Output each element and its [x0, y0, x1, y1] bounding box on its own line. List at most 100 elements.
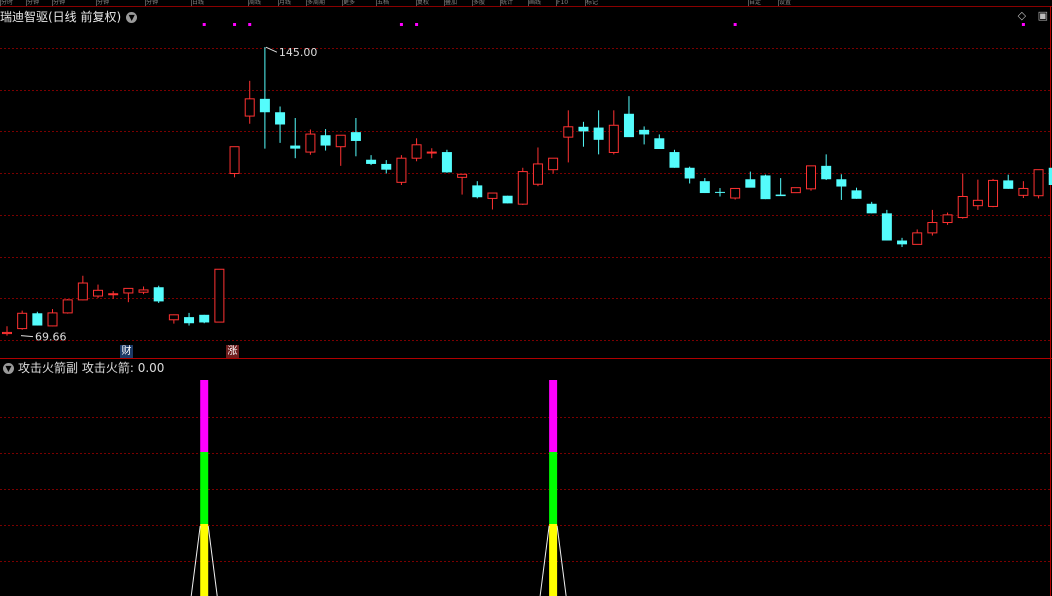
toolbar-tab[interactable]: 复权: [416, 0, 445, 6]
candle-body: [836, 179, 847, 187]
candle-body: [426, 151, 437, 154]
toolbar-tab[interactable]: 画线: [528, 0, 557, 6]
candle-body: [639, 129, 650, 135]
high-marker: [265, 46, 278, 53]
indicator-value: 0.00: [137, 361, 165, 375]
signal-dot: [1021, 23, 1025, 26]
indicator-title: 攻击火箭副: [18, 361, 79, 375]
chevron-down-icon[interactable]: ▼: [3, 363, 14, 374]
signal-dot: [399, 23, 403, 26]
candle-body: [851, 190, 862, 199]
candle-body: [275, 112, 286, 125]
candle-body: [290, 145, 301, 149]
candle-body: [335, 134, 346, 148]
low-price-label: 69.66: [35, 331, 67, 344]
candle-body: [214, 268, 225, 323]
signal-dot: [248, 23, 252, 26]
low-marker: [20, 335, 34, 338]
candle-body: [730, 187, 741, 199]
candle-body: [988, 179, 999, 207]
candle-body: [563, 126, 574, 138]
candle-body: [396, 157, 407, 183]
candle-body: [472, 185, 483, 198]
toolbar-tab[interactable]: 五档: [376, 0, 405, 6]
candle-body: [244, 98, 255, 117]
candle-body: [199, 314, 210, 323]
rocket-segment-magenta: [549, 380, 558, 452]
candle-body: [411, 144, 422, 159]
toolbar-tab[interactable]: 标记: [585, 0, 614, 6]
signal-dot: [202, 23, 206, 26]
candle-body: [866, 203, 877, 214]
toolbar-tab[interactable]: 设置: [778, 0, 807, 6]
candle-body: [487, 192, 498, 199]
candle-body: [184, 317, 195, 324]
candle-body: [578, 126, 589, 132]
candle-body: [927, 222, 938, 234]
rocket-segment-yellow: [549, 524, 558, 596]
rocket-segment-green: [200, 452, 209, 524]
candle-body: [138, 289, 149, 293]
candle-body: [1033, 169, 1044, 197]
candle-body: [229, 146, 240, 175]
toolbar-tab[interactable]: 自定: [748, 0, 777, 6]
candle-body: [77, 282, 88, 301]
candle-body: [457, 173, 468, 178]
candle-body: [32, 313, 43, 326]
candle-body: [350, 132, 361, 141]
candle-body: [821, 165, 832, 180]
toolbar-tab[interactable]: 多周期: [306, 0, 335, 6]
candle-body: [441, 152, 452, 173]
high-price-label: 145.00: [279, 46, 318, 59]
candle-body: [502, 195, 513, 204]
candle-body: [897, 240, 908, 245]
diamond-icon[interactable]: ◇: [1018, 9, 1026, 22]
main-chart-title: 瑞迪智驱(日线 前复权): [0, 10, 122, 24]
candle-body: [790, 187, 801, 194]
candle-body: [366, 159, 377, 164]
signal-dot: [233, 23, 237, 26]
toolbar-tab[interactable]: 分钟: [26, 0, 55, 6]
toolbar-tab[interactable]: 周线: [248, 0, 277, 6]
candle-body: [593, 127, 604, 140]
toolbar-tab[interactable]: 分钟: [52, 0, 81, 6]
candle-body: [62, 299, 73, 314]
toolbar-tab[interactable]: 更多: [342, 0, 371, 6]
toolbar-tab[interactable]: 分钟: [96, 0, 125, 6]
toolbar-tab[interactable]: 分时: [0, 0, 29, 6]
indicator-label: 攻击火箭:: [81, 361, 134, 375]
financial-report-badge[interactable]: 财: [120, 345, 133, 358]
candle-body: [93, 289, 104, 297]
candle-body: [2, 331, 12, 335]
window-icon[interactable]: ▣: [1038, 9, 1048, 22]
toolbar-tab[interactable]: 分钟: [145, 0, 174, 6]
toolbar-tab[interactable]: F10: [556, 0, 585, 6]
candle-body: [532, 163, 543, 185]
candle-body: [168, 314, 179, 321]
candle-body: [942, 214, 953, 224]
candle-body: [714, 191, 725, 193]
toolbar-tab[interactable]: 日线: [191, 0, 220, 6]
candle-body: [881, 213, 892, 241]
main-chart-header: 瑞迪智驱(日线 前复权) ▼: [0, 8, 138, 26]
candle-body: [305, 133, 316, 153]
candle-body: [153, 287, 164, 302]
candle-body: [320, 135, 331, 146]
rocket-segment-green: [549, 452, 558, 524]
toolbar-tab[interactable]: 统计: [500, 0, 529, 6]
candle-body: [381, 163, 392, 170]
candle-body: [775, 194, 786, 197]
toolbar-tab[interactable]: 叠加: [444, 0, 473, 6]
toolbar-tab[interactable]: 多股: [472, 0, 501, 6]
candle-body: [623, 113, 634, 138]
candle-body: [654, 138, 665, 150]
toolbar-tab[interactable]: 月线: [278, 0, 307, 6]
candle-body: [17, 312, 28, 330]
candle-body: [669, 152, 680, 168]
rocket-segment-magenta: [200, 380, 209, 452]
candle-body: [259, 98, 270, 113]
rocket-segment-yellow: [200, 524, 209, 596]
candle-body: [957, 195, 968, 219]
chevron-down-icon[interactable]: ▼: [126, 12, 138, 23]
limit-up-badge[interactable]: 涨: [226, 345, 239, 358]
